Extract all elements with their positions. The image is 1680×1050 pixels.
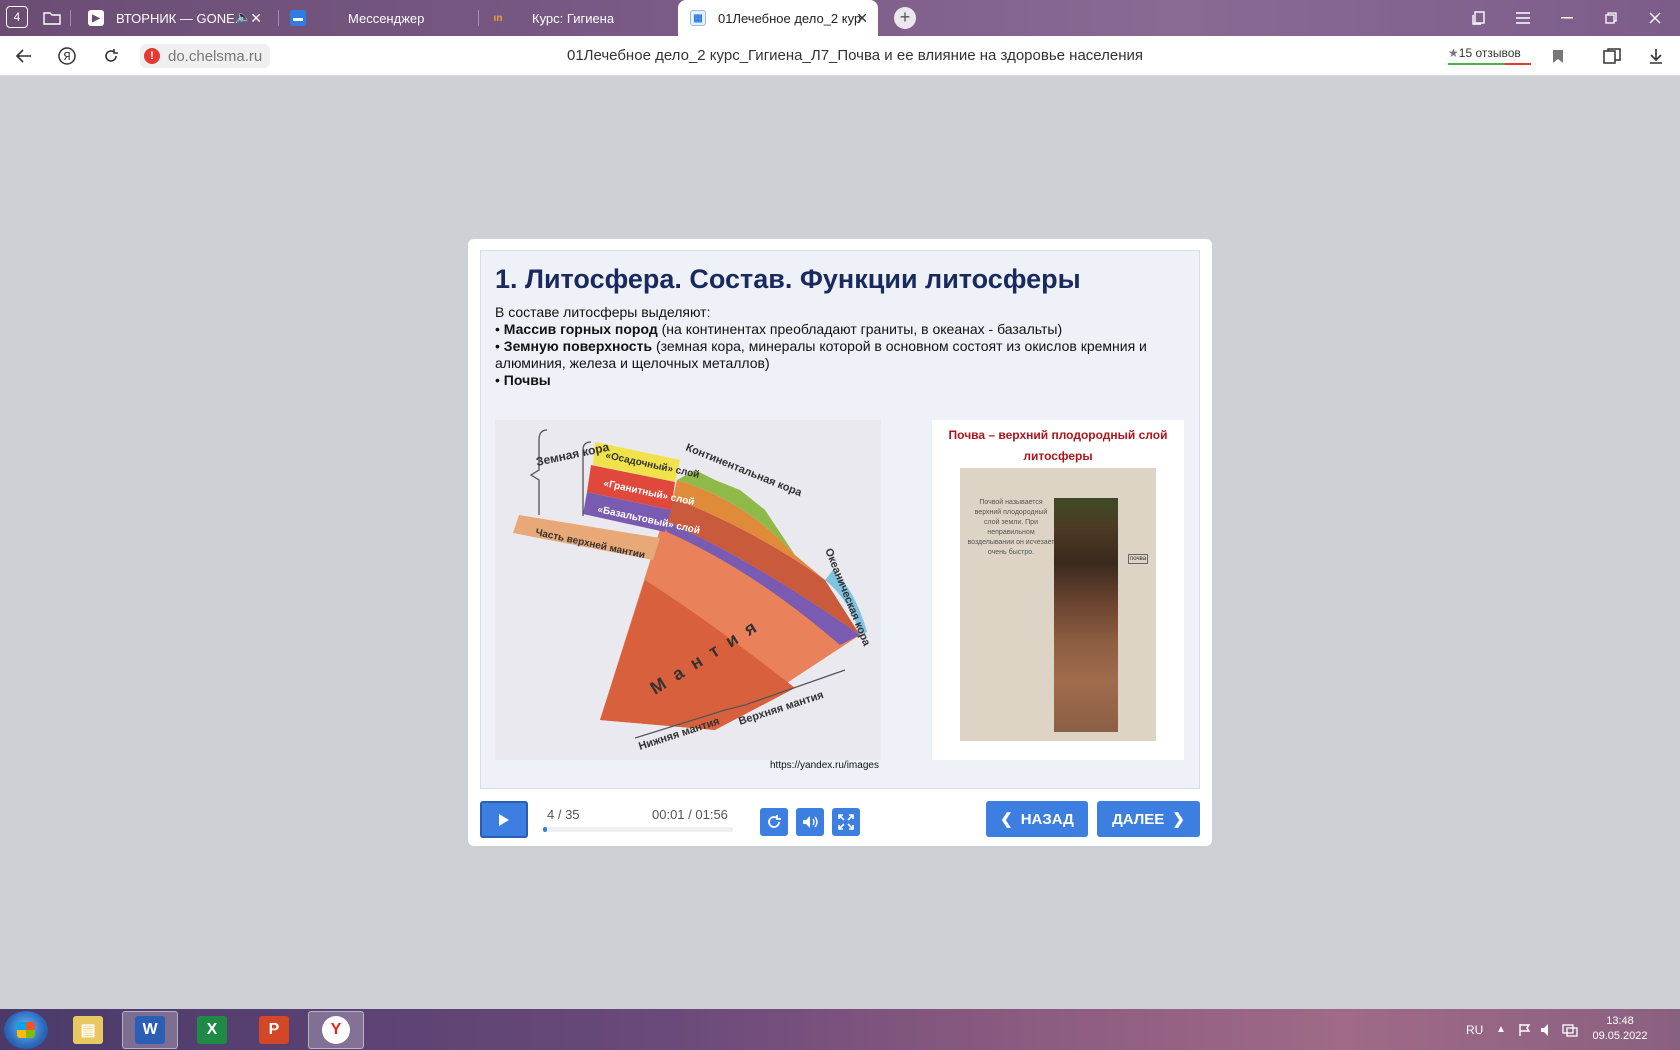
tab-strip: 4 ▶ ВТОРНИК — GONE.F 🔈 ✕ ▬ Мессенджер ın… xyxy=(0,0,1680,36)
soil-image: Почва – верхний плодородный слой литосфе… xyxy=(932,420,1184,760)
earth-layers-image: Земная кора «Осадочный» слой «Гранитный»… xyxy=(495,420,881,760)
moodle-favicon-icon: ın xyxy=(493,12,503,24)
play-favicon-icon: ▶ xyxy=(88,10,104,26)
windows-logo-icon xyxy=(17,1022,35,1038)
language-indicator[interactable]: RU xyxy=(1466,1009,1483,1050)
tray-expand-icon[interactable]: ▲ xyxy=(1496,1009,1506,1050)
soil-photo: Почвой называется верхний плодородный сл… xyxy=(960,468,1156,741)
slide-text: В составе литосферы выделяют: • Массив г… xyxy=(495,304,1175,389)
chevron-left-icon: ❮ xyxy=(1000,811,1013,828)
yandex-browser-icon: Y xyxy=(322,1016,350,1044)
tab-course[interactable]: ın Курс: Гигиена xyxy=(478,0,678,36)
tab-messenger[interactable]: ▬ Мессенджер xyxy=(278,0,478,36)
reviews-text: 15 отзывов xyxy=(1458,46,1521,60)
slide-title: 1. Литосфера. Состав. Функции литосферы xyxy=(495,264,1081,294)
powerpoint-taskbar-button[interactable]: P xyxy=(246,1011,302,1049)
tab-title: Курс: Гигиена xyxy=(532,10,615,26)
bullet-item: • Почвы xyxy=(495,372,551,388)
replay-button[interactable] xyxy=(760,808,788,836)
progress-fill xyxy=(543,827,547,832)
chevron-right-icon: ❯ xyxy=(1172,811,1185,828)
slide-counter: 4 / 35 xyxy=(547,807,580,822)
system-clock[interactable]: 13:48 09.05.2022 xyxy=(1590,1014,1650,1044)
start-button[interactable] xyxy=(4,1011,48,1049)
tab-music[interactable]: ▶ ВТОРНИК — GONE.F 🔈 ✕ xyxy=(76,0,272,36)
excel-icon: X xyxy=(197,1016,227,1044)
word-icon: W xyxy=(135,1016,165,1044)
close-window-icon[interactable] xyxy=(1642,6,1668,30)
address-bar: Я ! do.chelsma.ru 01Лечебное дело_2 курс… xyxy=(0,36,1680,76)
page-title: 01Лечебное дело_2 курс_Гигиена_Л7_Почва … xyxy=(566,47,1144,64)
fullscreen-icon xyxy=(838,814,854,830)
speaker-icon[interactable]: 🔈 xyxy=(236,10,251,24)
clock-date: 09.05.2022 xyxy=(1592,1030,1648,1042)
soil-label: почва xyxy=(1128,554,1149,564)
minimize-icon[interactable] xyxy=(1554,6,1580,30)
menu-icon[interactable] xyxy=(1510,6,1536,30)
doc-favicon-icon: ▦ xyxy=(690,10,706,26)
excel-taskbar-button[interactable]: X xyxy=(184,1011,240,1049)
back-button[interactable]: ❮ НАЗАД xyxy=(986,801,1088,837)
progress-bar[interactable] xyxy=(543,827,733,832)
new-tab-button[interactable]: + xyxy=(894,7,916,29)
bullet-item: • Земную поверхность (земная кора, минер… xyxy=(495,338,1147,371)
restore-icon[interactable] xyxy=(1598,6,1624,30)
folder-icon: ▤ xyxy=(73,1016,103,1044)
bookmarks-panel-icon[interactable] xyxy=(1466,6,1492,30)
clock-time: 13:48 xyxy=(1606,1015,1634,1027)
slide: 1. Литосфера. Состав. Функции литосферы … xyxy=(480,250,1200,789)
explorer-taskbar-button[interactable]: ▤ xyxy=(60,1011,116,1049)
slide-intro: В составе литосферы выделяют: xyxy=(495,304,711,320)
tab-lecture[interactable]: ▦ 01Лечебное дело_2 кур ✕ xyxy=(678,0,878,36)
taskbar: ▤ W X P Y xyxy=(0,1009,1680,1050)
speaker-tray-icon[interactable] xyxy=(1540,1009,1554,1050)
next-button[interactable]: ДАЛЕЕ ❯ xyxy=(1097,801,1200,837)
replay-icon xyxy=(768,815,781,828)
image-source-caption: https://yandex.ru/images xyxy=(770,760,879,771)
close-tab-icon[interactable]: ✕ xyxy=(250,10,262,27)
play-button[interactable] xyxy=(480,801,528,838)
next-label: ДАЛЕЕ xyxy=(1112,810,1165,828)
collections-icon[interactable] xyxy=(1600,44,1624,68)
tab-title: ВТОРНИК — GONE.F xyxy=(116,10,240,26)
soil-note: Почвой называется верхний плодородный сл… xyxy=(967,499,1055,556)
back-label: НАЗАД xyxy=(1020,810,1074,828)
soil-profile xyxy=(1054,498,1118,732)
action-center-flag-icon[interactable] xyxy=(1518,1009,1532,1050)
tab-title: Мессенджер xyxy=(348,10,425,26)
star-icon: ★ xyxy=(1448,46,1459,60)
download-icon[interactable] xyxy=(1644,44,1668,68)
messenger-favicon-icon: ▬ xyxy=(290,10,306,26)
tab-counter-button[interactable]: 4 xyxy=(6,6,28,28)
fullscreen-button[interactable] xyxy=(832,808,860,836)
powerpoint-icon: P xyxy=(259,1016,289,1044)
play-icon xyxy=(499,813,509,826)
playback-time: 00:01 / 01:56 xyxy=(652,807,728,822)
tab-group-icon[interactable] xyxy=(40,6,64,30)
network-icon[interactable] xyxy=(1562,1009,1578,1050)
tab-separator xyxy=(70,10,71,26)
rating-bar xyxy=(1505,63,1531,65)
bookmark-icon[interactable] xyxy=(1546,44,1570,68)
volume-icon xyxy=(803,816,818,828)
tab-title: 01Лечебное дело_2 кур xyxy=(718,10,862,26)
presentation-player: 1. Литосфера. Состав. Функции литосферы … xyxy=(468,239,1212,846)
soil-heading: Почва – верхний плодородный слой литосфе… xyxy=(948,428,1168,463)
close-tab-icon[interactable]: ✕ xyxy=(856,10,868,27)
bullet-item: • Массив горных пород (на континентах пр… xyxy=(495,321,1063,337)
volume-button[interactable] xyxy=(796,808,824,836)
word-taskbar-button[interactable]: W xyxy=(122,1011,178,1049)
yandex-browser-taskbar-button[interactable]: Y xyxy=(308,1011,364,1049)
